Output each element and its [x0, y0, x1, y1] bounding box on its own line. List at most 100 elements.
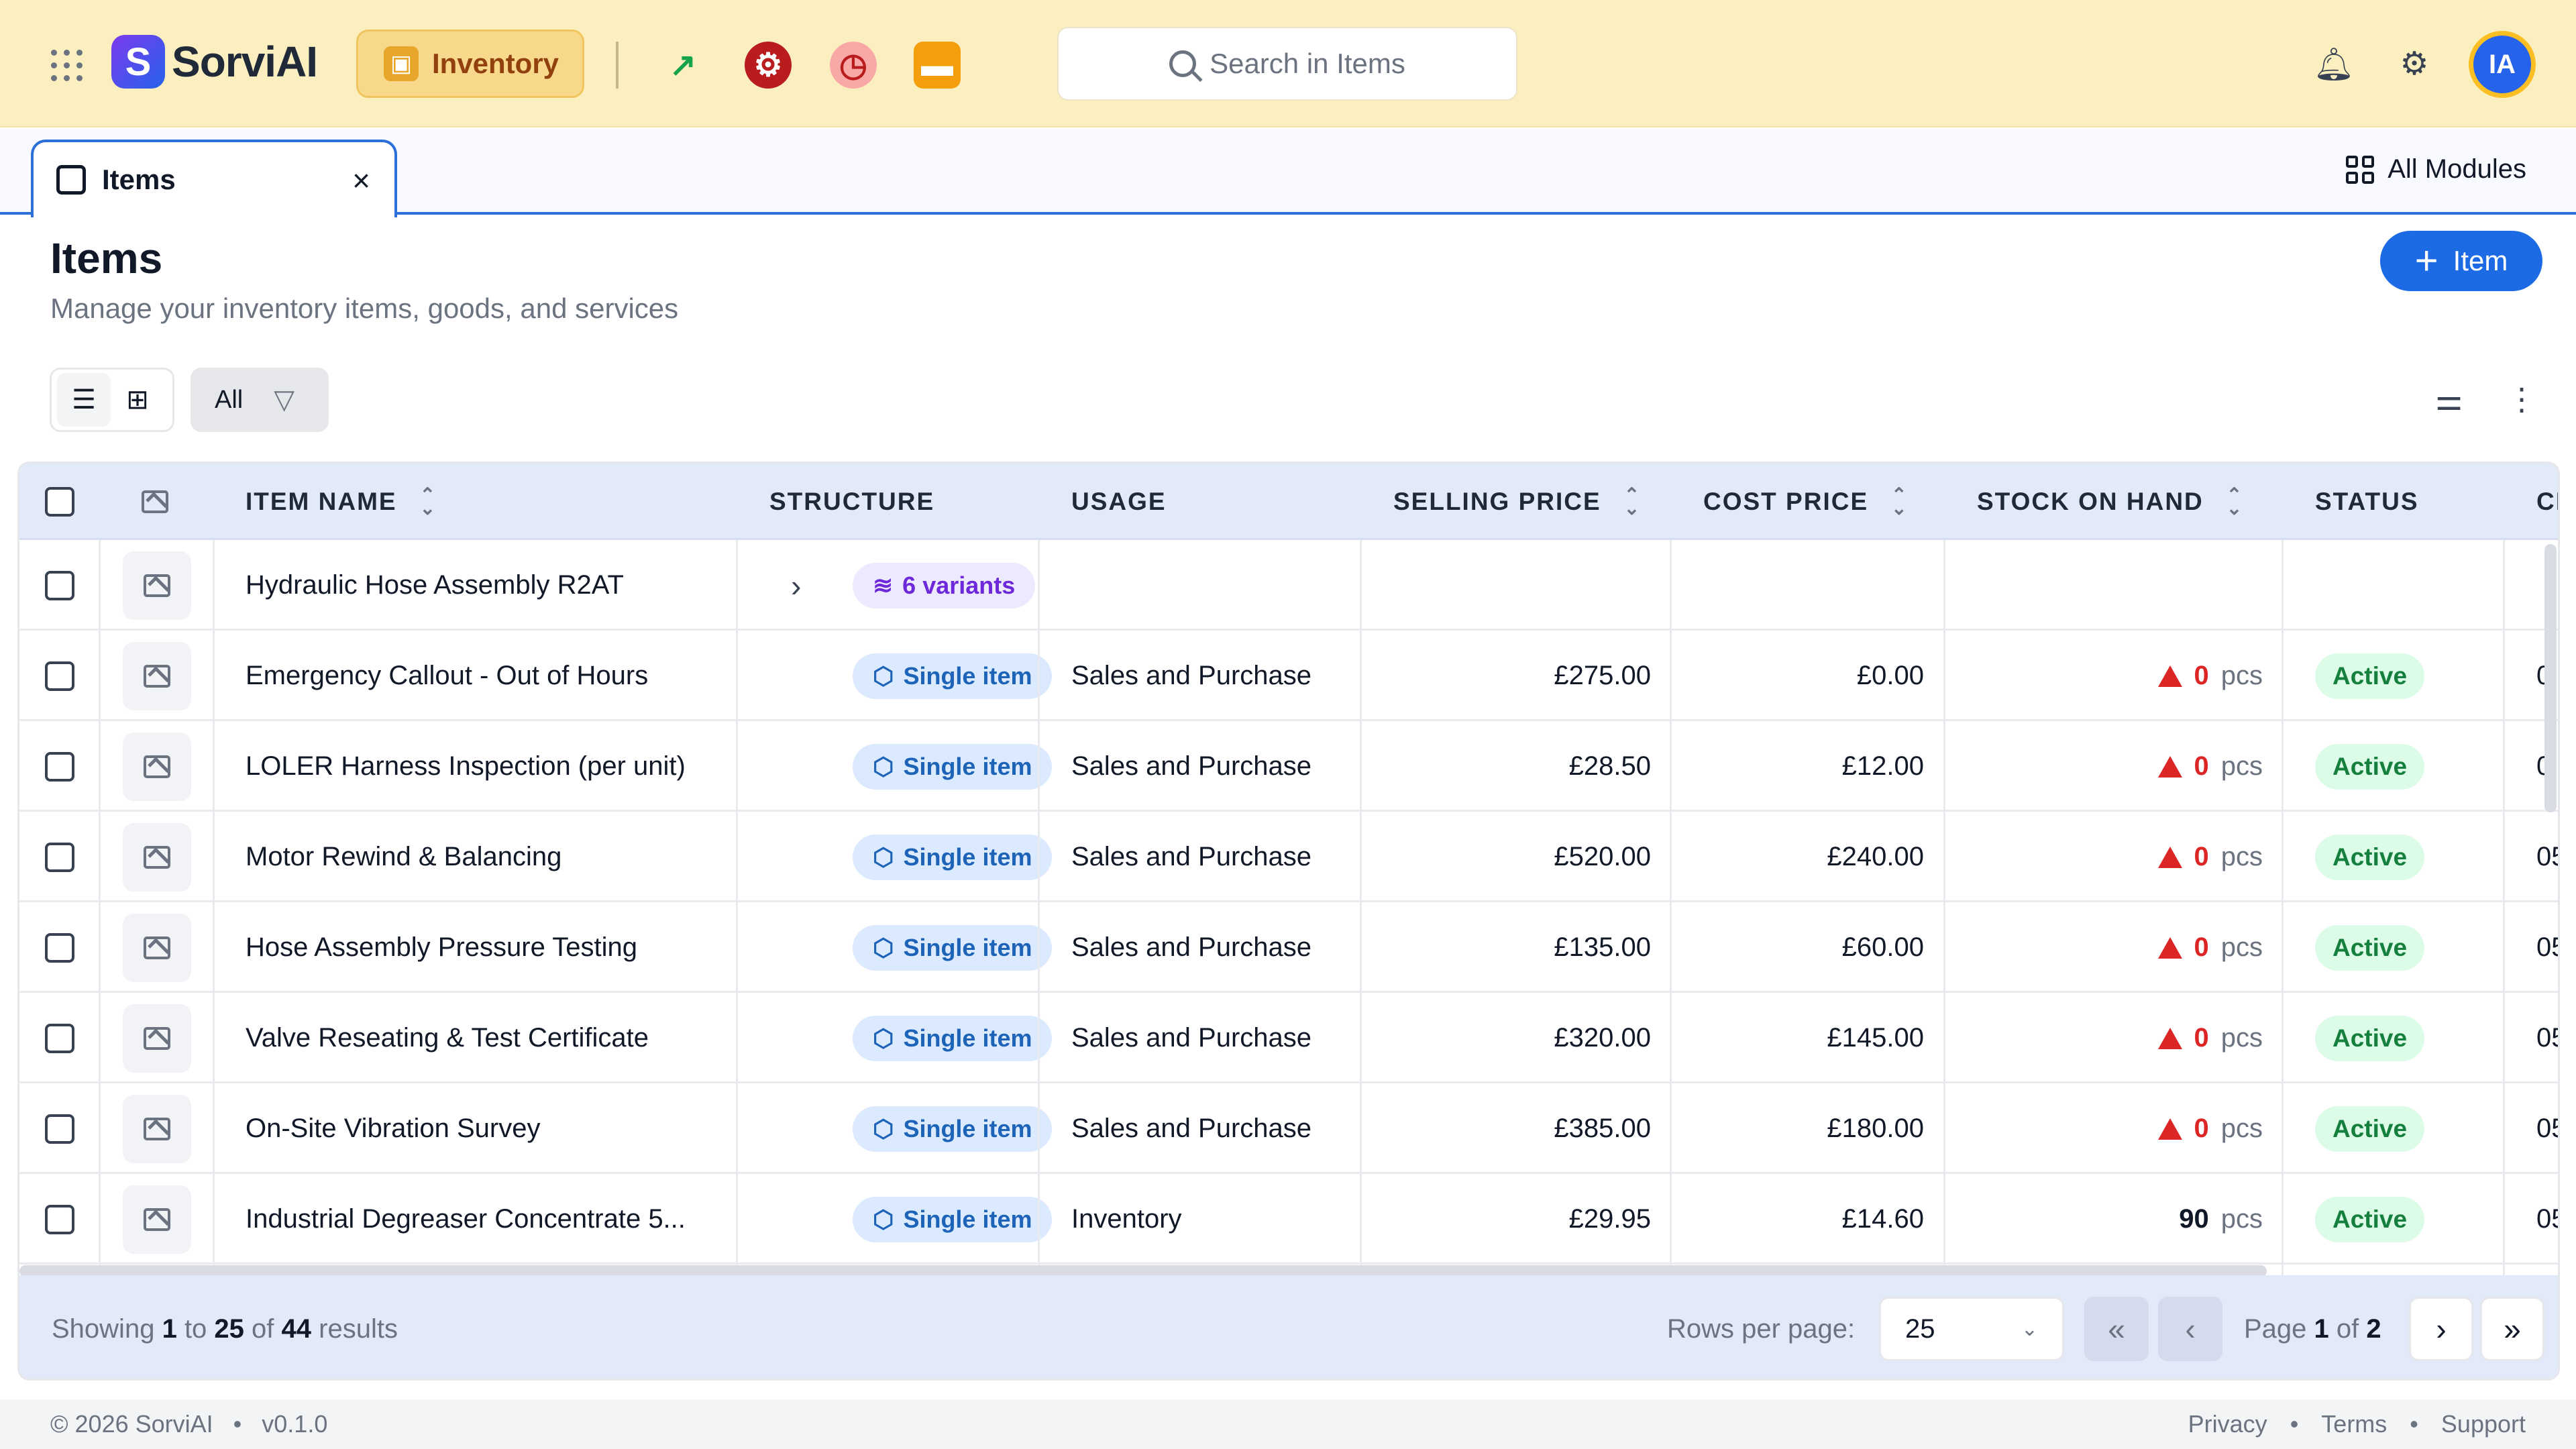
rows-per-page-label: Rows per page:: [1667, 1313, 1856, 1344]
single-item-badge: ⬡ Single item: [853, 834, 1053, 880]
table-row[interactable]: Hydraulic Hose Assembly R2AT › ≋ 6 variants: [19, 540, 2558, 631]
tab-items[interactable]: Items ×: [31, 140, 397, 217]
divider: [1943, 540, 1945, 1278]
table-row[interactable]: LOLER Harness Inspection (per unit) ⬡ Sing…: [19, 721, 2558, 812]
timer-badge-icon[interactable]: ◷: [830, 42, 877, 89]
row-checkbox[interactable]: [45, 631, 74, 721]
list-view-icon[interactable]: ☰: [57, 373, 111, 427]
terms-link[interactable]: Terms: [2321, 1410, 2387, 1438]
header-label: STATUS: [2315, 488, 2419, 515]
bell-icon[interactable]: 🔔︎: [2313, 43, 2355, 85]
active-module-inventory[interactable]: ▣ Inventory: [356, 30, 584, 98]
divider: [1670, 540, 1672, 1278]
select-all-checkbox[interactable]: [45, 464, 74, 540]
view-toggle: ☰ ⊞: [50, 368, 174, 432]
sort-icon[interactable]: ⌃ ⌄: [2226, 486, 2243, 518]
sort-icon[interactable]: ⌃ ⌄: [1891, 486, 1908, 518]
user-avatar[interactable]: IA: [2469, 31, 2536, 98]
col-stock-on-hand[interactable]: STOCK ON HAND ⌃ ⌄: [1977, 464, 2243, 540]
col-structure: STRUCTURE: [769, 464, 934, 540]
item-name[interactable]: LOLER Harness Inspection (per unit): [246, 721, 686, 812]
stock-on-hand: 0 pcs: [2157, 902, 2263, 993]
warning-icon: [2157, 1118, 2182, 1140]
item-name[interactable]: On-Site Vibration Survey: [246, 1083, 540, 1174]
all-modules-button[interactable]: All Modules: [2346, 154, 2526, 184]
header-label: STOCK ON HAND: [1977, 488, 2204, 515]
table-row[interactable]: Motor Rewind & Balancing ⬡ Single item Sale…: [19, 812, 2558, 902]
search-input[interactable]: Search in Items: [1057, 27, 1517, 101]
grid-icon: [2346, 155, 2375, 184]
usage: Sales and Purchase: [1071, 1114, 1312, 1143]
divider: [736, 540, 738, 1278]
header-label: SELLING PRICE: [1393, 488, 1601, 515]
item-name[interactable]: Industrial Degreaser Concentrate 5...: [246, 1174, 686, 1265]
rows-per-page-value: 25: [1905, 1313, 1935, 1344]
usage: Sales and Purchase: [1071, 751, 1312, 781]
grid-view-icon[interactable]: ⊞: [111, 373, 164, 427]
sorviai-logo-icon: S: [111, 35, 165, 89]
item-image-placeholder: [123, 540, 191, 631]
sort-icon[interactable]: ⌃ ⌄: [1624, 486, 1641, 518]
plus-icon: +: [2414, 238, 2438, 283]
trend-chart-icon[interactable]: ↗: [659, 42, 706, 89]
item-image-placeholder: [123, 1174, 191, 1265]
row-checkbox[interactable]: [45, 1083, 74, 1174]
warning-icon: [2157, 936, 2182, 959]
more-options-icon[interactable]: ⋮: [2506, 381, 2537, 417]
header-label: CI: [2536, 488, 2558, 515]
close-tab-icon[interactable]: ×: [352, 162, 370, 199]
expand-chevron-icon[interactable]: ›: [791, 540, 801, 631]
row-checkbox[interactable]: [45, 721, 74, 812]
image-column-icon: [142, 464, 168, 540]
next-page-button[interactable]: ›: [2409, 1297, 2473, 1361]
first-page-button[interactable]: «: [2084, 1297, 2149, 1361]
divider: [99, 540, 101, 1278]
header-label: STRUCTURE: [769, 488, 935, 515]
table-row[interactable]: Hose Assembly Pressure Testing ⬡ Single it…: [19, 902, 2558, 993]
status-badge: Active: [2315, 924, 2425, 971]
filter-chip[interactable]: All ▽: [191, 368, 329, 432]
row-checkbox[interactable]: [45, 993, 74, 1083]
sort-icon[interactable]: ⌃ ⌄: [420, 486, 437, 518]
item-name[interactable]: Motor Rewind & Balancing: [246, 812, 561, 902]
add-item-button[interactable]: + Item: [2380, 231, 2542, 291]
privacy-link[interactable]: Privacy: [2188, 1410, 2267, 1438]
row-checkbox[interactable]: [45, 540, 74, 631]
vertical-scrollbar[interactable]: [2544, 544, 2557, 812]
item-name[interactable]: Hydraulic Hose Assembly R2AT: [246, 540, 624, 631]
table-row[interactable]: Emergency Callout - Out of Hours ⬡ Single …: [19, 631, 2558, 721]
last-page-button[interactable]: »: [2480, 1297, 2544, 1361]
page-title: Items: [50, 234, 163, 282]
usage: Sales and Purchase: [1071, 661, 1312, 690]
table-header: ITEM NAME ⌃ ⌄ STRUCTURE USAGE SELLING PRI…: [19, 464, 2558, 540]
rows-per-page-select[interactable]: 25 ⌄: [1879, 1297, 2064, 1361]
usage: Inventory: [1071, 1204, 1182, 1234]
column-settings-icon[interactable]: ⚌: [2435, 381, 2463, 417]
gear-wrench-icon[interactable]: ⚙: [745, 42, 792, 89]
col-cost-price[interactable]: COST PRICE ⌃ ⌄: [1703, 464, 1909, 540]
tab-label: Items: [102, 164, 176, 195]
table-row[interactable]: Industrial Degreaser Concentrate 5... ⬡ Si…: [19, 1174, 2558, 1265]
briefcase-icon[interactable]: ▬: [914, 42, 961, 89]
funnel-icon[interactable]: ▽: [274, 384, 294, 415]
col-item-name[interactable]: ITEM NAME ⌃ ⌄: [246, 464, 437, 540]
image-icon: [144, 1208, 170, 1231]
cube-icon: ⬡: [873, 843, 894, 871]
variants-badge: ≋ 6 variants: [853, 562, 1036, 608]
previous-page-button[interactable]: ‹: [2158, 1297, 2222, 1361]
stock-on-hand: 0 pcs: [2157, 721, 2263, 812]
add-item-label: Item: [2453, 245, 2508, 276]
table-row[interactable]: On-Site Vibration Survey ⬡ Single item Sale…: [19, 1083, 2558, 1174]
item-name[interactable]: Valve Reseating & Test Certificate: [246, 993, 649, 1083]
table-row[interactable]: Valve Reseating & Test Certificate ⬡ Singl…: [19, 993, 2558, 1083]
support-link[interactable]: Support: [2441, 1410, 2526, 1438]
row-checkbox[interactable]: [45, 902, 74, 993]
brand-logo[interactable]: S SorviAI: [111, 35, 318, 89]
row-checkbox[interactable]: [45, 1174, 74, 1265]
app-launcher-icon[interactable]: [51, 50, 83, 82]
col-selling-price[interactable]: SELLING PRICE ⌃ ⌄: [1393, 464, 1641, 540]
row-checkbox[interactable]: [45, 812, 74, 902]
item-name[interactable]: Hose Assembly Pressure Testing: [246, 902, 637, 993]
item-name[interactable]: Emergency Callout - Out of Hours: [246, 631, 648, 721]
settings-gear-icon[interactable]: ⚙: [2394, 43, 2435, 85]
